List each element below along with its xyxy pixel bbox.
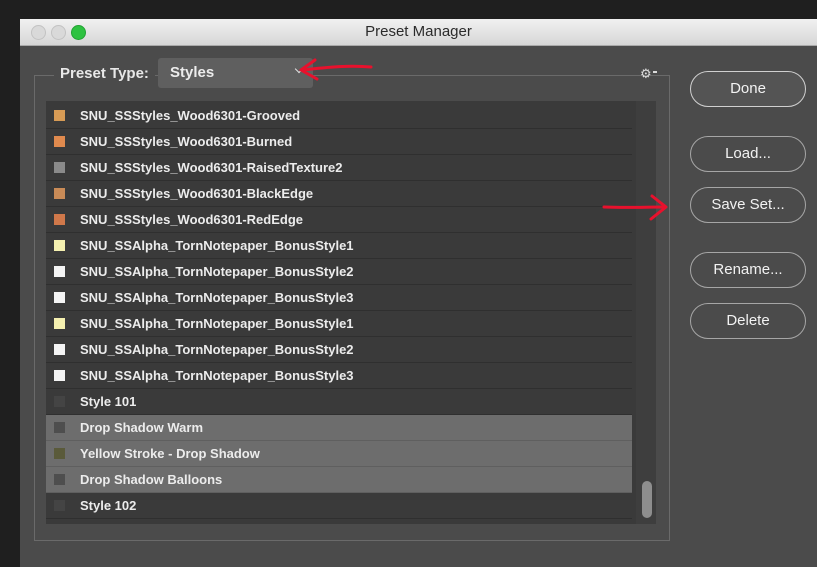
list-item-label: SNU_SSStyles_Wood6301-Burned	[80, 134, 293, 149]
window-title: Preset Manager	[365, 23, 472, 40]
style-swatch-icon	[54, 110, 65, 121]
load-button[interactable]: Load...	[690, 136, 806, 172]
gear-menu-caret	[653, 71, 657, 73]
list-item-label: Style 101	[80, 394, 137, 409]
gear-icon[interactable]: ⚙	[640, 66, 652, 82]
list-item[interactable]: SNU_SSStyles_Wood6301-Burned	[46, 129, 632, 155]
list-item-label: SNU_SSAlpha_TornNotepaper_BonusStyle3	[80, 368, 354, 383]
list-item[interactable]: SNU_SSStyles_Wood6301-Grooved	[46, 103, 632, 129]
list-item-label: SNU_SSAlpha_TornNotepaper_BonusStyle2	[80, 342, 354, 357]
preset-type-select[interactable]: Styles	[158, 58, 313, 88]
list-item[interactable]: Drop Shadow Balloons	[46, 467, 632, 493]
list-item-label: SNU_SSAlpha_TornNotepaper_BonusStyle1	[80, 238, 354, 253]
style-swatch-icon	[54, 344, 65, 355]
list-item-label: SNU_SSStyles_Wood6301-BlackEdge	[80, 186, 314, 201]
list-item-label: Drop Shadow Warm	[80, 420, 204, 435]
list-item-label: Drop Shadow Balloons	[80, 472, 223, 487]
list-item-label: SNU_SSAlpha_TornNotepaper_BonusStyle1	[80, 316, 354, 331]
list-item[interactable]: Yellow Stroke - Drop Shadow	[46, 441, 632, 467]
title-bar: Preset Manager	[20, 19, 817, 46]
done-button[interactable]: Done	[690, 71, 806, 107]
style-swatch-icon	[54, 240, 65, 251]
list-item[interactable]: SNU_SSAlpha_TornNotepaper_BonusStyle2	[46, 337, 632, 363]
list-item-label: SNU_SSStyles_Wood6301-Grooved	[80, 108, 301, 123]
style-swatch-icon	[54, 188, 65, 199]
style-swatch-icon	[54, 422, 65, 433]
style-swatch-icon	[54, 214, 65, 225]
list-item[interactable]: SNU_SSAlpha_TornNotepaper_BonusStyle1	[46, 233, 632, 259]
style-swatch-icon	[54, 370, 65, 381]
list-item[interactable]: Style 102	[46, 493, 632, 519]
save-set-button[interactable]: Save Set...	[690, 187, 806, 223]
list-item[interactable]: SNU_SSAlpha_TornNotepaper_BonusStyle2	[46, 259, 632, 285]
list-item-label: SNU_SSAlpha_TornNotepaper_BonusStyle3	[80, 290, 354, 305]
delete-button[interactable]: Delete	[690, 303, 806, 339]
list-item[interactable]: SNU_SSStyles_Wood6301-BlackEdge	[46, 181, 632, 207]
list-item-label: Yellow Stroke - Drop Shadow	[80, 446, 260, 461]
list-item[interactable]: Drop Shadow Warm	[46, 415, 632, 441]
scrollbar-track[interactable]	[636, 101, 656, 524]
list-item[interactable]: SNU_SSStyles_Wood6301-RaisedTexture2	[46, 155, 632, 181]
rename-button[interactable]: Rename...	[690, 252, 806, 288]
red-arrow-icon	[299, 58, 373, 81]
preset-manager-window: Preset Manager Preset Type: Styles ⚙ Sty…	[20, 19, 817, 567]
style-swatch-icon	[54, 292, 65, 303]
list-item[interactable]: Style 101	[46, 389, 632, 415]
style-swatch-icon	[54, 318, 65, 329]
red-arrow-icon	[602, 194, 668, 221]
list-item-label: Style 102	[80, 498, 137, 513]
style-swatch-icon	[54, 448, 65, 459]
list-item-label: SNU_SSStyles_Wood6301-RaisedTexture2	[80, 160, 343, 175]
list-item[interactable]: SNU_SSAlpha_TornNotepaper_BonusStyle1	[46, 311, 632, 337]
preset-type-label: Preset Type:	[54, 65, 155, 82]
preset-type-value: Styles	[170, 64, 215, 81]
style-swatch-icon	[54, 500, 65, 511]
list-item-label: SNU_SSStyles_Wood6301-RedEdge	[80, 212, 303, 227]
style-swatch-icon	[54, 396, 65, 407]
list-item[interactable]: SNU_SSStyles_Wood6301-RedEdge	[46, 207, 632, 233]
scrollbar-thumb[interactable]	[642, 481, 652, 518]
style-swatch-icon	[54, 136, 65, 147]
style-swatch-icon	[54, 474, 65, 485]
style-swatch-icon	[54, 266, 65, 277]
list-item-label: SNU_SSAlpha_TornNotepaper_BonusStyle2	[80, 264, 354, 279]
style-swatch-icon	[54, 162, 65, 173]
preset-list[interactable]: Style 102 Drop Shadow Balloons Yellow Stro…	[46, 101, 656, 524]
list-item[interactable]: SNU_SSAlpha_TornNotepaper_BonusStyle3	[46, 285, 632, 311]
list-item[interactable]: SNU_SSAlpha_TornNotepaper_BonusStyle3	[46, 363, 632, 389]
